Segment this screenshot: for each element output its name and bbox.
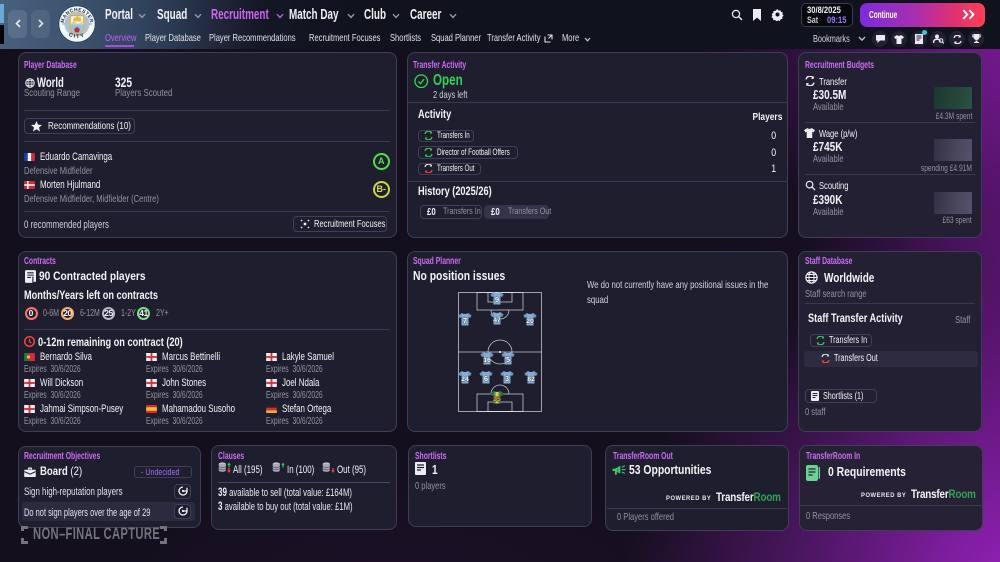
svg-text:16: 16 (483, 356, 491, 363)
svg-text:9: 9 (495, 295, 499, 304)
svg-text:20: 20 (526, 318, 534, 325)
svg-text:6: 6 (484, 374, 488, 383)
svg-text:3: 3 (505, 374, 509, 383)
svg-text:47: 47 (493, 317, 501, 324)
svg-text:7: 7 (463, 316, 467, 325)
svg-text:82: 82 (527, 376, 535, 383)
svg-text:24: 24 (461, 376, 469, 383)
svg-text:25: 25 (493, 396, 501, 403)
